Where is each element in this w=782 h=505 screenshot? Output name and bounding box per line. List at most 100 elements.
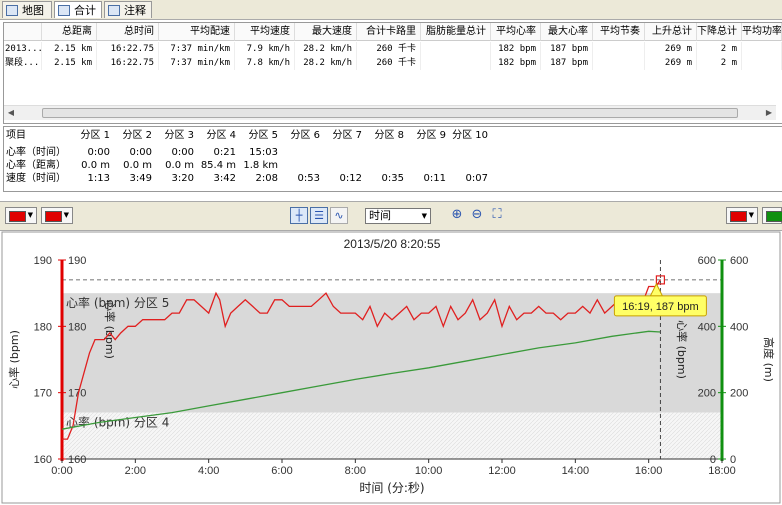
summary-cell[interactable] (593, 56, 645, 70)
color-swatch (45, 211, 62, 222)
zone-cell (366, 160, 408, 172)
zone-column-header: 分区 1 (80, 130, 110, 141)
summary-cell[interactable] (742, 56, 782, 70)
zoom-out-button[interactable]: ⊖ (469, 207, 485, 223)
left-tick-label: 180 (34, 321, 52, 333)
summary-cell[interactable]: 7.8 km/h (235, 56, 295, 70)
summary-cell[interactable] (742, 42, 782, 56)
zone-4-label: 心率 (bpm) 分区 4 (66, 415, 169, 430)
summary-cell[interactable]: 7:37 min/km (159, 56, 235, 70)
summary-cell[interactable] (593, 42, 645, 56)
summary-cell[interactable]: 187 bpm (541, 42, 593, 56)
left-tick-label: 160 (34, 454, 52, 466)
summary-cell[interactable]: 7:37 min/km (159, 42, 235, 56)
summary-cell[interactable]: 2 m (697, 42, 742, 56)
zone-cell: 0:00 (129, 147, 152, 158)
summary-cell[interactable] (421, 42, 491, 56)
summary-column-header[interactable]: 下降总计 (697, 23, 742, 41)
summary-column-header[interactable]: 总时间 (97, 23, 159, 41)
zone-cell: 0:07 (465, 173, 488, 184)
summary-column-header[interactable]: 上升总计 (645, 23, 697, 41)
zone-5-label: 心率 (bpm) 分区 5 (66, 295, 169, 310)
crosshair-view-button[interactable]: ┼ (290, 207, 308, 224)
x-tick-label: 16:00 (635, 465, 663, 477)
zoom-fit-button[interactable]: ⛶ (489, 207, 505, 223)
summary-column-header[interactable] (4, 23, 42, 41)
x-tick-label: 6:00 (271, 465, 292, 477)
chevron-down-icon: ▼ (27, 211, 33, 219)
scroll-right-icon[interactable]: ▶ (764, 108, 774, 118)
table-icon (58, 5, 70, 16)
x-axis-select-value: 时间 (369, 209, 391, 222)
zone-cell: 0:12 (339, 173, 362, 184)
zone-cell (450, 160, 492, 172)
tab-summary[interactable]: 合计 (54, 1, 102, 18)
summary-cell[interactable]: 2.15 km (42, 56, 97, 70)
zone-cell: 0.0 m (81, 160, 110, 171)
tab-notes[interactable]: 注释 (104, 1, 152, 18)
tab-notes-label: 注释 (124, 4, 146, 17)
summary-column-header[interactable]: 平均配速 (159, 23, 235, 41)
summary-cell[interactable]: 182 bpm (491, 42, 541, 56)
summary-cell[interactable]: 28.2 km/h (295, 42, 357, 56)
summary-cell[interactable]: 187 bpm (541, 56, 593, 70)
zone-cell: 0:11 (423, 173, 446, 184)
summary-cell[interactable]: 2 m (697, 56, 742, 70)
zone-cell (282, 160, 324, 172)
summary-horizontal-scrollbar[interactable]: ◀ ▶ (4, 105, 776, 120)
summary-cell[interactable]: 16:22.75 (97, 42, 159, 56)
summary-cell[interactable]: 269 m (645, 56, 697, 70)
summary-column-header[interactable]: 平均心率 (491, 23, 541, 41)
zone-cell: 心率（距离） (6, 160, 66, 171)
scroll-left-icon[interactable]: ◀ (6, 108, 16, 118)
summary-cell[interactable]: 7.9 km/h (235, 42, 295, 56)
summary-column-header[interactable]: 脂肪能量总计 (421, 23, 491, 41)
summary-column-header[interactable]: 平均节奏 (593, 23, 645, 41)
zone-view-button[interactable]: ☰ (310, 207, 328, 224)
summary-cell[interactable]: 28.2 km/h (295, 56, 357, 70)
summary-cell[interactable]: 2.15 km (42, 42, 97, 56)
series-color-picker-2[interactable]: ▼ (41, 207, 73, 224)
summary-cell[interactable]: 聚段... (4, 56, 42, 70)
left-inner-axis-title: 心率 (bpm) (103, 300, 117, 359)
scroll-thumb[interactable] (42, 108, 738, 118)
series-color-picker-1[interactable]: ▼ (5, 207, 37, 224)
summary-column-header[interactable]: 合计卡路里 (357, 23, 421, 41)
x-tick-label: 8:00 (345, 465, 366, 477)
summary-column-header[interactable]: 最大速度 (295, 23, 357, 41)
x-tick-label: 14:00 (562, 465, 590, 477)
heart-rate-chart[interactable]: 2013/5/20 8:20:55 心率 (bpm) 分区 5 心率 (bpm) 分… (0, 230, 782, 505)
zoom-in-button[interactable]: ⊕ (449, 207, 465, 223)
series-color-picker-3[interactable]: ▼ (726, 207, 758, 224)
zone-cell (324, 160, 366, 172)
summary-cell[interactable] (421, 56, 491, 70)
summary-cell[interactable]: 260 千卡 (357, 42, 421, 56)
zoom-out-icon: ⊖ (471, 207, 483, 222)
crosshair-icon: ┼ (295, 209, 303, 222)
left-axis-title: 心率 (bpm) (7, 330, 21, 389)
view-tab-strip: 地图 合计 注释 (0, 0, 782, 20)
left-inner-tick-label: 180 (68, 321, 86, 333)
summary-cell[interactable]: 182 bpm (491, 56, 541, 70)
summary-cell[interactable]: 260 千卡 (357, 56, 421, 70)
summary-cell[interactable]: 269 m (645, 42, 697, 56)
x-axis-select[interactable]: 时间 ▼ (365, 208, 431, 224)
series-color-picker-4[interactable] (762, 207, 782, 224)
summary-cell[interactable]: 2013... (4, 42, 42, 56)
summary-cell[interactable]: 16:22.75 (97, 56, 159, 70)
zone-cell: 0:53 (297, 173, 320, 184)
right-inner-tick-label: 600 (698, 255, 716, 267)
zone-cell: 速度（时间） (6, 173, 66, 184)
tooltip-label: 16:19, 187 bpm (622, 301, 698, 313)
chevron-down-icon: ▼ (63, 211, 69, 219)
right-tick-label: 200 (730, 388, 748, 400)
zone-cell: 2:08 (255, 173, 278, 184)
summary-column-header[interactable]: 平均速度 (235, 23, 295, 41)
summary-column-header[interactable]: 最大心率 (541, 23, 593, 41)
summary-column-header[interactable]: 总距离 (42, 23, 97, 41)
tab-map[interactable]: 地图 (2, 1, 52, 18)
line-view-button[interactable]: ∿ (330, 207, 348, 224)
x-tick-label: 10:00 (415, 465, 443, 477)
summary-column-header[interactable]: 平均功率 (742, 23, 782, 41)
left-tick-label: 170 (34, 388, 52, 400)
